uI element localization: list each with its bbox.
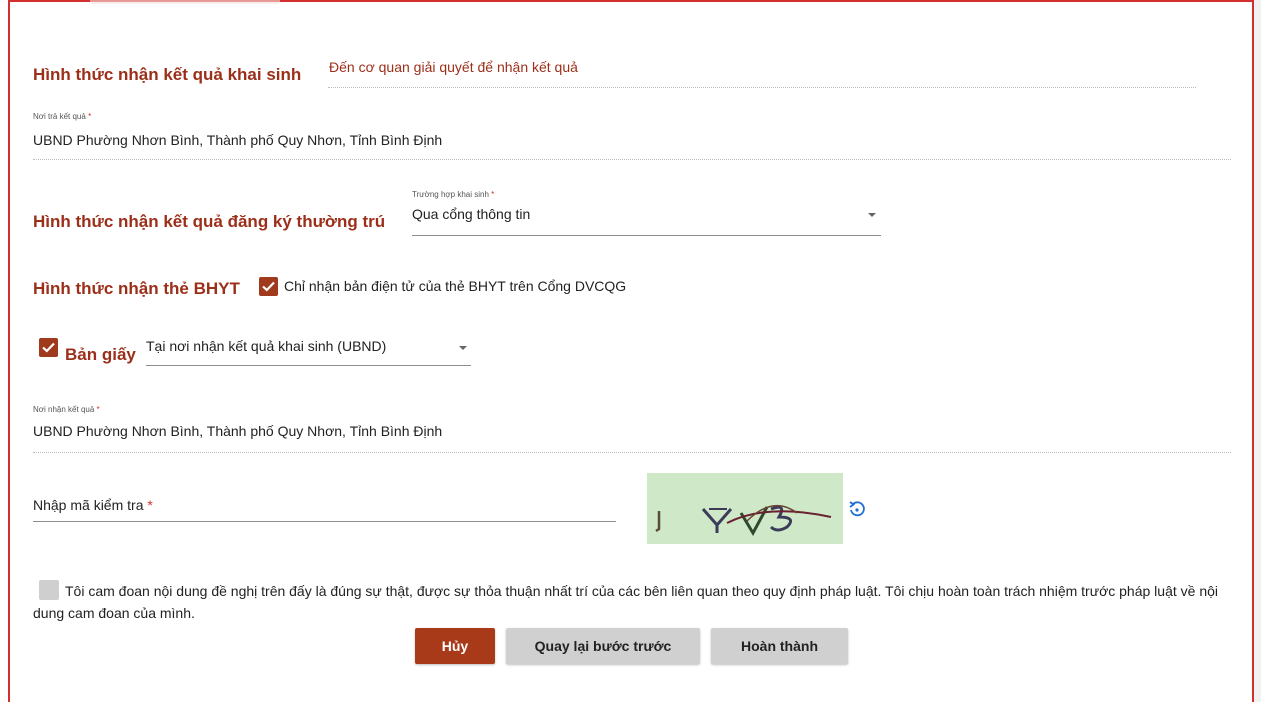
birth-result-title: Hình thức nhận kết quả khai sinh [33,65,302,84]
finish-button[interactable]: Hoàn thành [711,628,848,664]
check-icon [42,342,55,353]
bhyt-electronic-label: Chỉ nhận bản điện tử của thẻ BHYT trên C… [284,278,627,294]
cutoff-header [90,0,280,4]
captcha-image [647,473,843,544]
paper-checkbox[interactable] [39,338,58,357]
caret-down-icon [459,346,467,350]
bhyt-electronic-checkbox[interactable] [259,277,278,296]
caret-down-icon [868,213,876,217]
birth-result-value: Đến cơ quan giải quyết để nhận kết quả [329,59,578,75]
return-place-value: UBND Phường Nhơn Bình, Thành phố Quy Nhơ… [33,132,443,148]
paper-select[interactable]: Tại nơi nhận kết quả khai sinh (UBND) [146,334,471,366]
captcha-label: Nhập mã kiểm tra * [33,497,153,513]
receive-place-field: Nơi nhận kết quả * UBND Phường Nhơn Bình… [33,405,1231,453]
commitment-text: Tôi cam đoan nội dung đề nghị trên đấy l… [33,583,1219,621]
return-place-field: Nơi trả kết quả * UBND Phường Nhơn Bình,… [33,112,1231,160]
receive-place-value: UBND Phường Nhơn Bình, Thành phố Quy Nhơ… [33,423,443,439]
birth-result-field[interactable]: Đến cơ quan giải quyết để nhận kết quả [328,56,1196,88]
captcha-input[interactable]: Nhập mã kiểm tra * [33,493,616,522]
refresh-icon [849,501,865,517]
back-button[interactable]: Quay lại bước trước [506,628,700,664]
residence-select[interactable]: Trường hợp khai sinh * Qua cổng thông ti… [412,188,881,236]
scrollbar-track[interactable] [1254,0,1261,702]
residence-title: Hình thức nhận kết quả đăng ký thường tr… [33,212,386,231]
captcha-picture [655,504,832,537]
receive-place-label: Nơi nhận kết quả * [33,405,100,414]
paper-select-value: Tại nơi nhận kết quả khai sinh (UBND) [146,338,387,354]
return-place-label: Nơi trả kết quả * [33,112,92,121]
check-icon [262,281,275,292]
residence-select-label: Trường hợp khai sinh * [412,190,495,199]
cancel-button[interactable]: Hủy [415,628,495,664]
residence-select-value: Qua cổng thông tin [412,206,531,222]
paper-label: Bản giấy [65,345,136,364]
bhyt-title: Hình thức nhận thẻ BHYT [33,279,240,298]
refresh-captcha-button[interactable] [848,500,866,518]
